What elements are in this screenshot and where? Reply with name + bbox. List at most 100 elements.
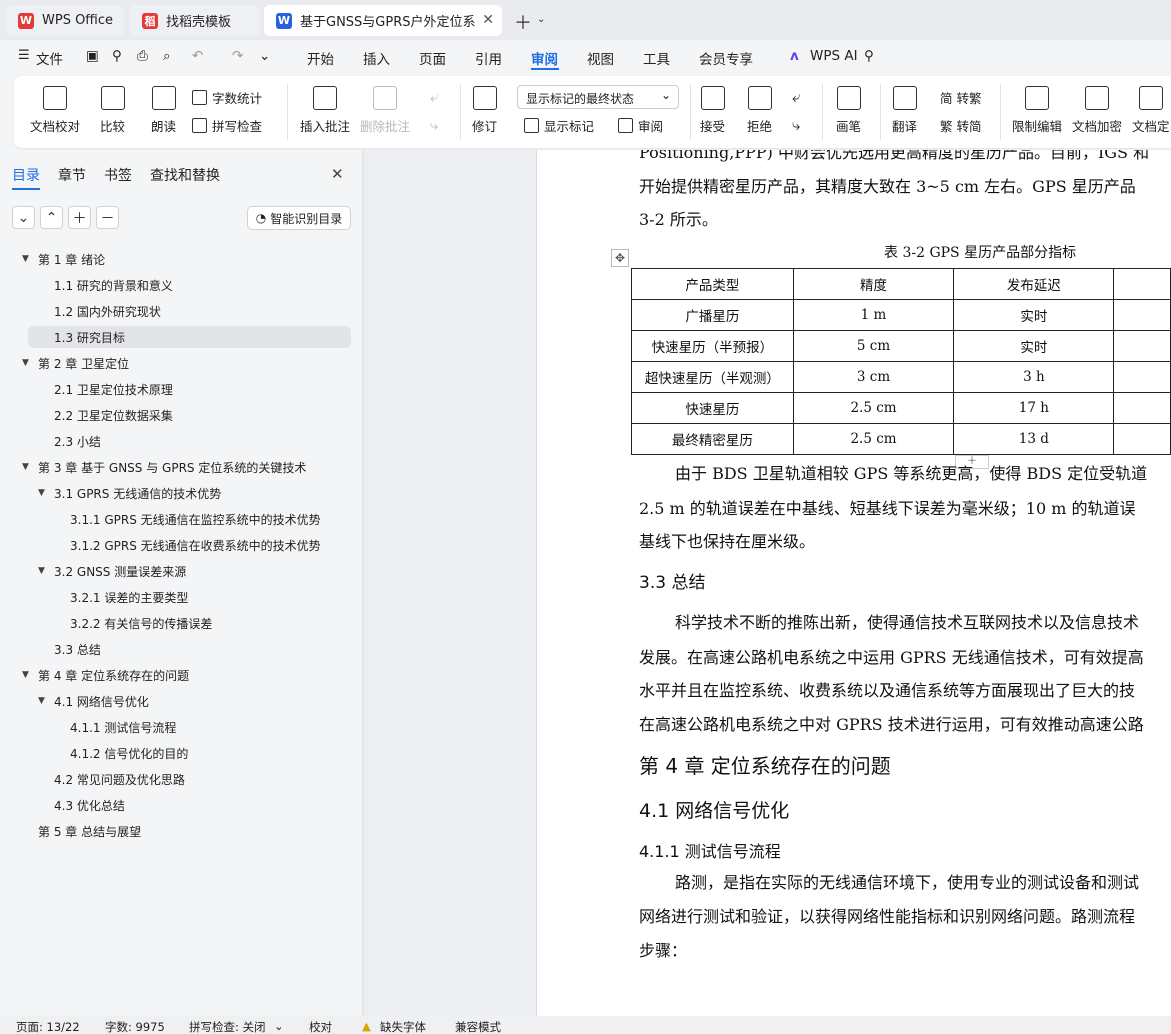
status-missing-font[interactable]: 缺失字体: [380, 1019, 426, 1034]
status-spell[interactable]: 拼写检查: 关闭: [189, 1019, 266, 1034]
tab-wps-office[interactable]: W WPS Office: [6, 5, 124, 36]
table-cell[interactable]: 5 cm: [792, 330, 955, 362]
tab-toc[interactable]: 目录: [12, 165, 40, 185]
insert-comment-button[interactable]: 插入批注: [300, 86, 350, 135]
table-cell[interactable]: 快速星历: [631, 392, 794, 424]
menu-insert[interactable]: 插入: [363, 48, 390, 68]
undo-icon[interactable]: ↶: [192, 48, 203, 64]
menu-start[interactable]: 开始: [307, 48, 334, 68]
to-traditional-button[interactable]: 简 转繁: [940, 88, 981, 107]
table-cell[interactable]: 13 d: [953, 423, 1115, 455]
toc-item[interactable]: ▼ 4.1 网络信号优化: [28, 690, 351, 712]
translate-button[interactable]: 翻译: [892, 86, 917, 135]
document-page[interactable]: Positioning,PPP) 中财会优先选用更高精度的星历产品。目前，IGS…: [536, 150, 1171, 1016]
toc-item[interactable]: 2.1 卫星定位技术原理: [28, 378, 351, 400]
table-cell[interactable]: 最终精密星历: [631, 423, 794, 455]
ephemeris-table[interactable]: 产品类型 精度 发布延迟 广播星历 1 m 实时 快速星历（半预报） 5 cm 实时 超…: [631, 268, 1171, 455]
table-cell[interactable]: 3 cm: [792, 361, 955, 393]
table-cell[interactable]: [1113, 330, 1171, 362]
word-count-button[interactable]: 字数统计: [192, 88, 262, 107]
expand-arrow-icon[interactable]: ▼: [38, 696, 45, 706]
print-preview-icon[interactable]: ⌕: [163, 48, 171, 64]
toc-item[interactable]: ▼ 第 2 章 卫星定位: [22, 352, 351, 374]
toc-item[interactable]: 3.2.1 误差的主要类型: [28, 586, 351, 608]
toc-item[interactable]: 3.3 总结: [28, 638, 351, 660]
share-icon[interactable]: ⚲: [112, 48, 122, 64]
table-cell[interactable]: 3 h: [953, 361, 1115, 393]
compare-button[interactable]: 比较: [100, 86, 125, 135]
toc-item[interactable]: 3.1.2 GPRS 无线通信在收费系统中的技术优势: [28, 534, 351, 556]
menu-tools[interactable]: 工具: [643, 48, 670, 68]
table-move-handle-icon[interactable]: ✥: [611, 249, 629, 267]
delete-comment-button[interactable]: 删除批注: [360, 86, 410, 135]
add-heading-button[interactable]: ＋: [68, 206, 91, 229]
expand-up-button[interactable]: ⌃: [40, 206, 63, 229]
toc-item[interactable]: ▼ 3.1 GPRS 无线通信的技术优势: [28, 482, 351, 504]
prev-change-icon[interactable]: ⤶: [792, 88, 800, 106]
expand-arrow-icon[interactable]: ▼: [22, 462, 29, 472]
show-markup-button[interactable]: 显示标记: [524, 116, 594, 135]
toc-item[interactable]: 第 5 章 总结与展望: [28, 820, 351, 842]
menu-view[interactable]: 视图: [587, 48, 614, 68]
tab-current-document[interactable]: W 基于GNSS与GPRS户外定位系 ✕: [264, 5, 502, 36]
tab-find-replace[interactable]: 查找和替换: [150, 165, 220, 185]
table-cell[interactable]: [1113, 392, 1171, 424]
close-pane-icon[interactable]: ✕: [331, 165, 344, 183]
next-change-icon[interactable]: ⤷: [792, 116, 800, 134]
hamburger-icon[interactable]: ☰: [18, 48, 30, 63]
tab-docer-templates[interactable]: 稻 找稻壳模板: [130, 5, 260, 36]
doc-check-button[interactable]: 文档校对: [30, 86, 80, 135]
print-icon[interactable]: ⎙: [137, 48, 148, 64]
table-cell[interactable]: [1113, 423, 1171, 455]
status-words[interactable]: 字数: 9975: [105, 1019, 165, 1034]
toc-item[interactable]: 4.1.2 信号优化的目的: [28, 742, 351, 764]
table-cell[interactable]: [1113, 268, 1171, 300]
tab-bookmarks[interactable]: 书签: [104, 165, 132, 185]
toc-item[interactable]: 4.2 常见问题及优化思路: [28, 768, 351, 790]
table-cell[interactable]: 快速星历（半预报）: [631, 330, 794, 362]
toc-item[interactable]: 1.3 研究目标: [28, 326, 351, 348]
table-cell[interactable]: 2.5 cm: [792, 392, 955, 424]
toc-item[interactable]: 3.2.2 有关信号的传播误差: [28, 612, 351, 634]
menu-review[interactable]: 审阅: [531, 48, 558, 68]
table-cell[interactable]: 实时: [953, 330, 1115, 362]
markup-state-select[interactable]: 显示标记的最终状态 ⌄: [517, 85, 679, 109]
menu-wps-ai[interactable]: WPS AI: [810, 48, 858, 64]
review-pane-button[interactable]: 审阅: [618, 116, 663, 135]
tab-sections[interactable]: 章节: [58, 165, 86, 185]
read-aloud-button[interactable]: 朗读: [151, 86, 176, 135]
save-icon[interactable]: ▣: [86, 48, 99, 64]
more-chevron-icon[interactable]: ⌄: [259, 48, 270, 64]
table-cell[interactable]: 实时: [953, 299, 1115, 331]
to-simplified-button[interactable]: 繁 转简: [940, 116, 981, 135]
expand-arrow-icon[interactable]: ▼: [38, 488, 45, 498]
smart-toc-button[interactable]: ◔ 智能识别目录: [247, 206, 351, 230]
menu-reference[interactable]: 引用: [475, 48, 502, 68]
toc-item[interactable]: 3.1.1 GPRS 无线通信在监控系统中的技术优势: [28, 508, 351, 530]
table-cell[interactable]: 发布延迟: [953, 268, 1115, 300]
menu-page[interactable]: 页面: [419, 48, 446, 68]
status-proof[interactable]: 校对: [309, 1019, 332, 1034]
expand-arrow-icon[interactable]: ▼: [38, 566, 45, 576]
restrict-edit-button[interactable]: 限制编辑: [1012, 86, 1062, 135]
table-cell[interactable]: 2.5 cm: [792, 423, 955, 455]
expand-arrow-icon[interactable]: ▼: [22, 670, 29, 680]
table-cell[interactable]: 超快速星历（半观测）: [631, 361, 794, 393]
toc-item[interactable]: 2.2 卫星定位数据采集: [28, 404, 351, 426]
menu-member[interactable]: 会员专享: [699, 48, 753, 68]
table-cell[interactable]: 产品类型: [631, 268, 794, 300]
next-comment-icon[interactable]: ⤷: [430, 116, 438, 134]
prev-comment-icon[interactable]: ⤶: [430, 88, 438, 106]
pen-button[interactable]: 画笔: [836, 86, 861, 135]
search-icon[interactable]: ⚲: [864, 48, 874, 64]
table-cell[interactable]: 1 m: [792, 299, 955, 331]
remove-heading-button[interactable]: －: [96, 206, 119, 229]
toc-item[interactable]: 2.3 小结: [28, 430, 351, 452]
accept-button[interactable]: 接受: [700, 86, 725, 135]
revise-button[interactable]: 修订: [472, 86, 497, 135]
toc-item[interactable]: 4.3 优化总结: [28, 794, 351, 816]
table-cell[interactable]: 精度: [792, 268, 955, 300]
encrypt-button[interactable]: 文档加密: [1072, 86, 1122, 135]
toc-item[interactable]: ▼ 第 4 章 定位系统存在的问题: [22, 664, 351, 686]
spell-check-button[interactable]: 拼写检查: [192, 116, 262, 135]
